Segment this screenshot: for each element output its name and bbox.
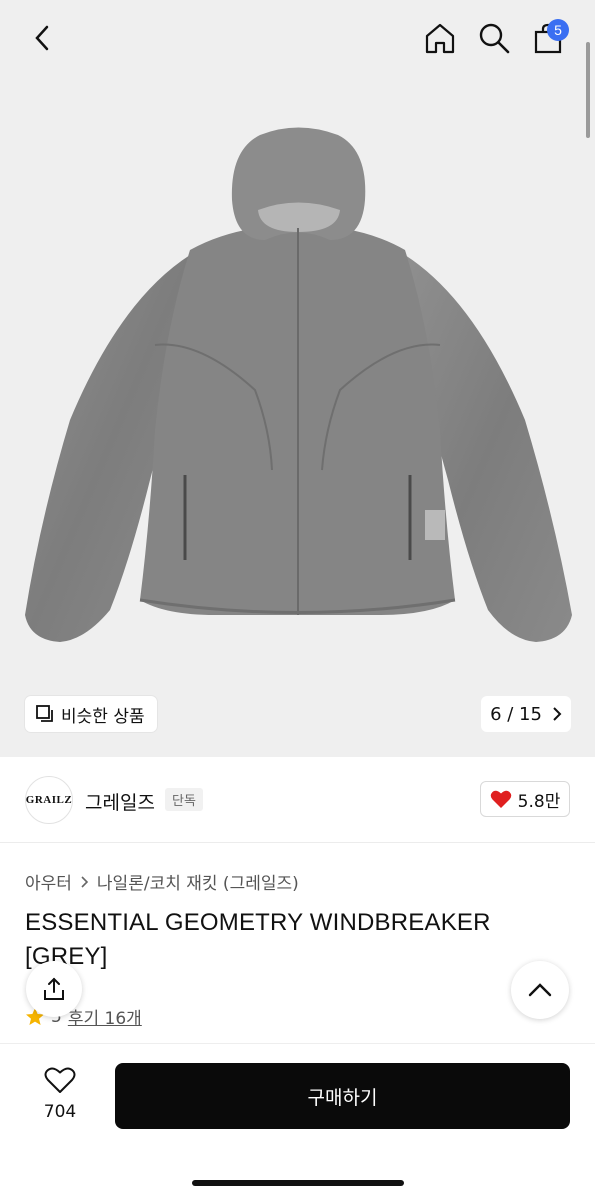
breadcrumb: 아우터 나일론/코치 재킷 (그레일즈) bbox=[25, 869, 299, 894]
brand-name[interactable]: 그레일즈 bbox=[85, 788, 155, 815]
review-count-link[interactable]: 후기 16개 bbox=[68, 1004, 142, 1029]
heart-outline-icon bbox=[44, 1067, 76, 1093]
heart-icon bbox=[490, 790, 511, 808]
share-button[interactable] bbox=[26, 961, 82, 1017]
product-title: ESSENTIAL GEOMETRY WINDBREAKER [GREY] bbox=[25, 909, 491, 970]
breadcrumb-category[interactable]: 아우터 bbox=[25, 869, 72, 894]
product-image bbox=[25, 127, 572, 642]
chevron-right-icon bbox=[81, 875, 89, 888]
brand-likes-count: 5.8만 bbox=[517, 791, 561, 812]
similar-products-label: 비슷한 상품 bbox=[61, 706, 145, 727]
search-icon bbox=[479, 23, 510, 54]
home-indicator bbox=[192, 1180, 404, 1186]
brand-logo[interactable]: GRAILZ bbox=[25, 776, 73, 824]
image-pager[interactable]: 6 / 15 bbox=[481, 696, 571, 732]
scrollbar[interactable] bbox=[586, 42, 590, 138]
chevron-up-icon bbox=[528, 983, 552, 997]
wishlist-count: 704 bbox=[43, 1102, 77, 1122]
chevron-right-icon bbox=[553, 707, 562, 721]
search-button[interactable] bbox=[474, 18, 514, 58]
wishlist-button[interactable]: 704 bbox=[30, 1066, 90, 1122]
cart-count-badge: 5 bbox=[547, 19, 569, 41]
home-button[interactable] bbox=[420, 18, 460, 58]
pager-text: 6 / 15 bbox=[490, 703, 542, 725]
copy-icon bbox=[36, 705, 53, 722]
buy-button[interactable]: 구매하기 bbox=[115, 1063, 570, 1129]
similar-products-button[interactable]: 비슷한 상품 bbox=[25, 696, 157, 732]
back-icon bbox=[35, 25, 49, 51]
brand-like-button[interactable]: 5.8만 bbox=[480, 781, 570, 817]
exclusive-tag: 단독 bbox=[165, 788, 203, 811]
back-button[interactable] bbox=[22, 18, 62, 58]
brand-row: GRAILZ 그레일즈 단독 5.8만 bbox=[0, 758, 595, 843]
breadcrumb-subcategory[interactable]: 나일론/코치 재킷 (그레일즈) bbox=[97, 869, 299, 894]
share-icon bbox=[44, 977, 64, 1000]
scroll-to-top-button[interactable] bbox=[511, 961, 569, 1019]
home-icon bbox=[425, 23, 455, 54]
product-image-area[interactable]: 5 비슷한 상품 6 / 15 bbox=[0, 0, 595, 757]
